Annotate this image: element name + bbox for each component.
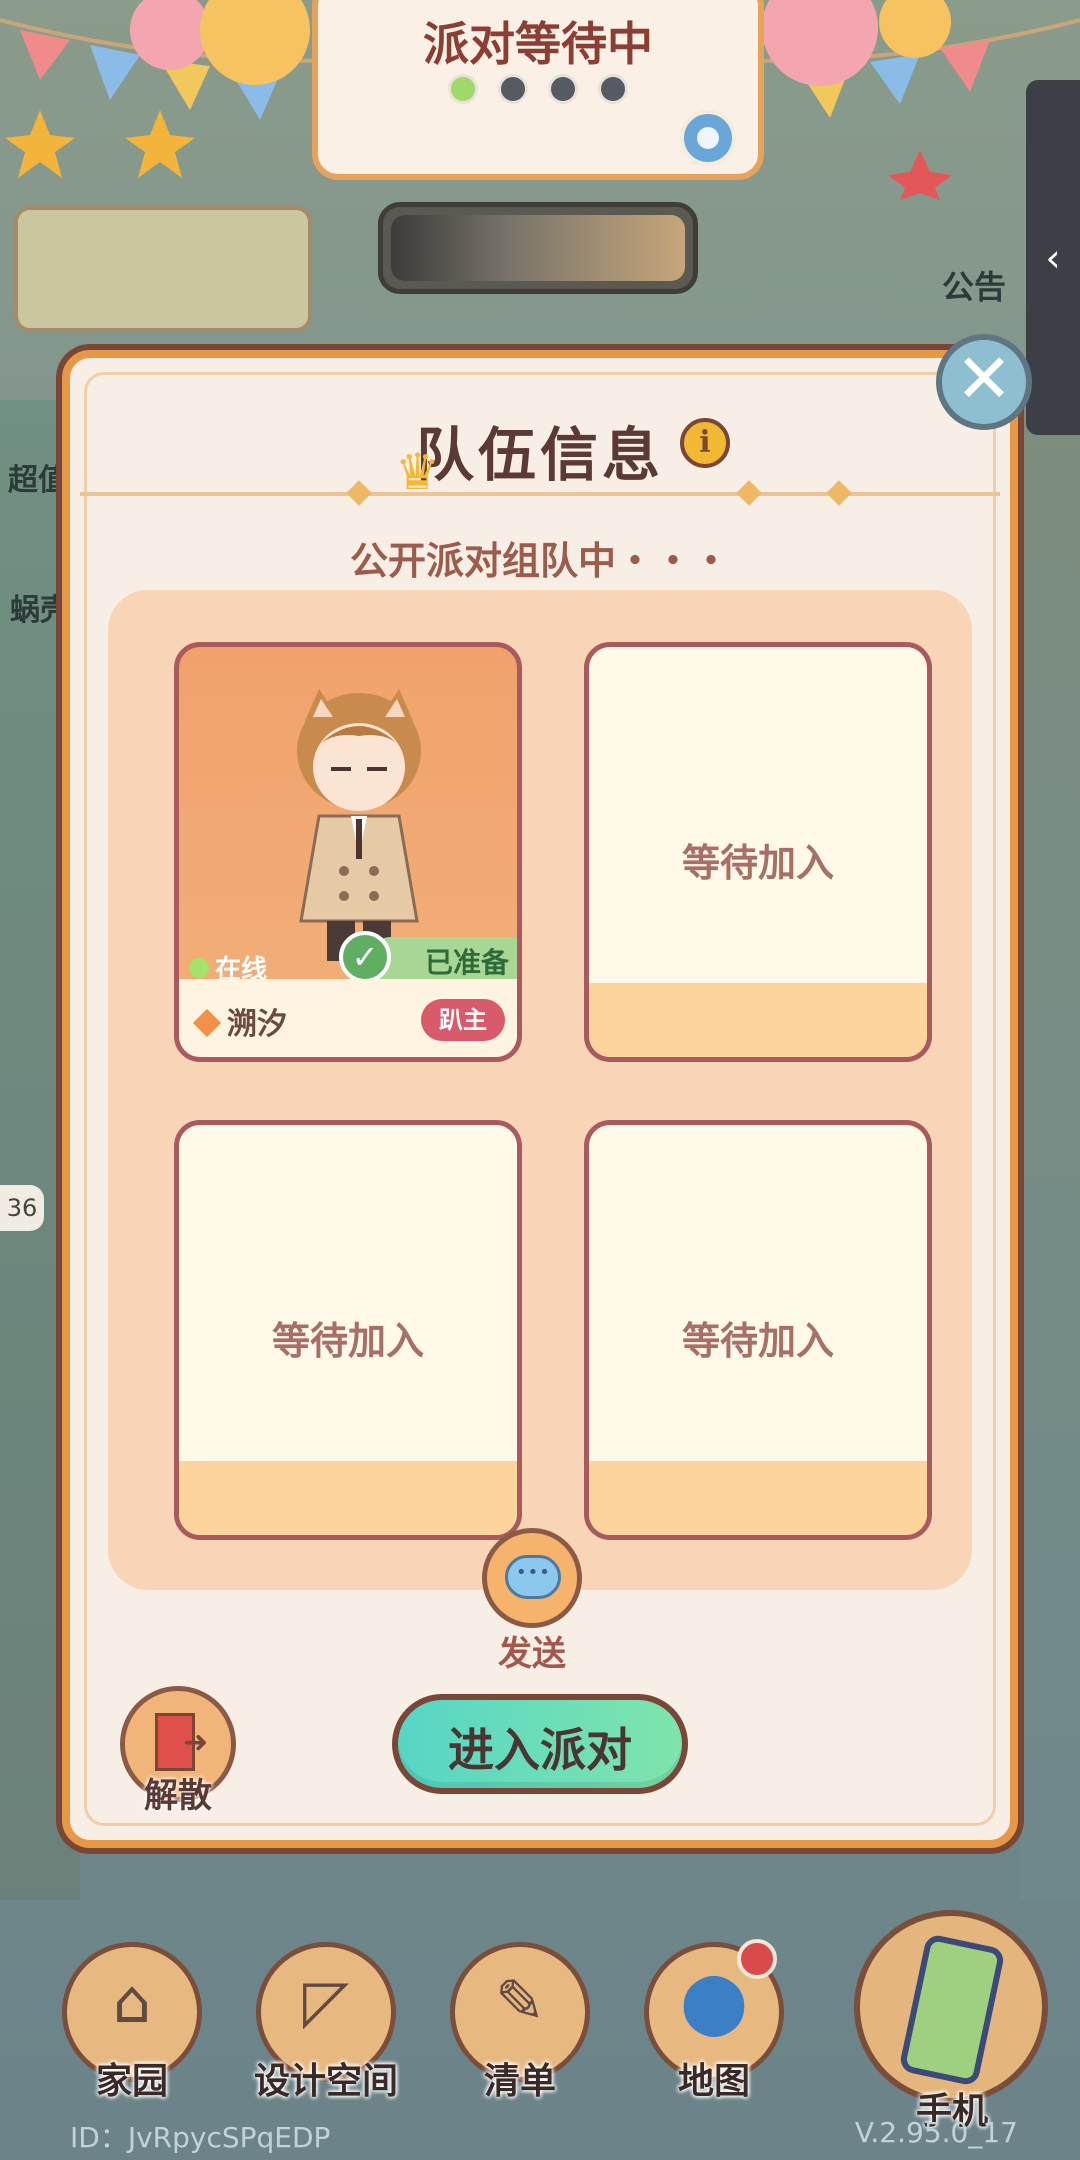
slot-footer — [589, 1461, 927, 1535]
send-label: 发送 — [498, 1634, 566, 1674]
nav-phone-button[interactable] — [854, 1910, 1048, 2104]
chat-bubble-icon — [505, 1555, 561, 1599]
list-icon: ✎ — [494, 1967, 546, 2037]
waiting-label: 等待加入 — [681, 841, 834, 885]
arrow-right-icon: ➜ — [183, 1725, 209, 1760]
close-icon[interactable]: ✕ — [936, 334, 1032, 430]
info-icon[interactable]: i — [680, 418, 730, 468]
member-slot-empty[interactable]: 等待加入 — [584, 642, 932, 1062]
bg-label-woke: 蜗壳 — [10, 593, 70, 628]
member-slot-empty[interactable]: 等待加入 — [584, 1120, 932, 1540]
weather-indicator — [378, 202, 698, 294]
check-icon: ✓ — [339, 931, 391, 983]
side-expand-tab[interactable]: ‹ — [1026, 80, 1080, 435]
user-id: ID：JvRpycSPqEDP — [70, 2121, 331, 2154]
waiting-label: 等待加入 — [271, 1319, 424, 1363]
progress-dots — [318, 74, 758, 104]
crown-icon: ♛ — [395, 443, 440, 501]
disband-label: 解散 — [144, 1776, 212, 1816]
member-slot-empty[interactable]: 等待加入 — [174, 1120, 522, 1540]
online-dot-icon — [189, 957, 209, 978]
waiting-label: 等待加入 — [681, 1319, 834, 1363]
enter-party-label: 进入派对 — [448, 1723, 632, 1777]
gear-icon[interactable] — [680, 110, 736, 166]
bg-counter: 36 — [0, 1185, 44, 1231]
title-divider — [80, 492, 1000, 496]
design-icon: ◸ — [302, 1967, 350, 2037]
nav-design-label: 设计空间 — [253, 2061, 398, 2102]
home-icon: ⌂ — [112, 1967, 152, 2037]
phone-icon — [898, 1933, 1006, 2087]
progress-dot — [498, 74, 528, 104]
ready-badge: ✓ 已准备 — [339, 931, 517, 985]
panel-title: 队伍信息 — [415, 421, 664, 489]
party-status-title: 派对等待中 — [423, 17, 653, 71]
nav-home-label: 家园 — [95, 2061, 168, 2102]
nav-list-label: 清单 — [483, 2061, 556, 2102]
bg-label-gonggao: 公告 — [942, 268, 1007, 306]
enter-party-button[interactable]: 进入派对 — [392, 1694, 688, 1794]
member-name: 溯汐 — [227, 1007, 287, 1042]
chevron-left-icon: ‹ — [1045, 235, 1061, 280]
ready-label: 已准备 — [424, 946, 509, 979]
nav-map-label: 地图 — [677, 2061, 750, 2102]
host-badge: 趴主 — [421, 999, 505, 1041]
slot-footer — [179, 1461, 517, 1535]
notification-badge — [737, 1939, 777, 1979]
progress-dot — [598, 74, 628, 104]
member-slot-host[interactable]: 在线 ✓ 已准备 溯汐 趴主 — [174, 642, 522, 1062]
team-status-subtitle: 公开派对组队中・・・ — [349, 539, 730, 583]
version-label: V.2.95.0_17 — [854, 2116, 1018, 2149]
progress-dot — [548, 74, 578, 104]
bg-label-chaozhi: 超值 — [8, 463, 68, 498]
background-scenery-right — [1020, 400, 1080, 1900]
progress-dot — [448, 74, 478, 104]
send-button[interactable] — [482, 1528, 582, 1628]
scene-thumbnail[interactable] — [14, 206, 312, 332]
slot-footer — [589, 983, 927, 1057]
